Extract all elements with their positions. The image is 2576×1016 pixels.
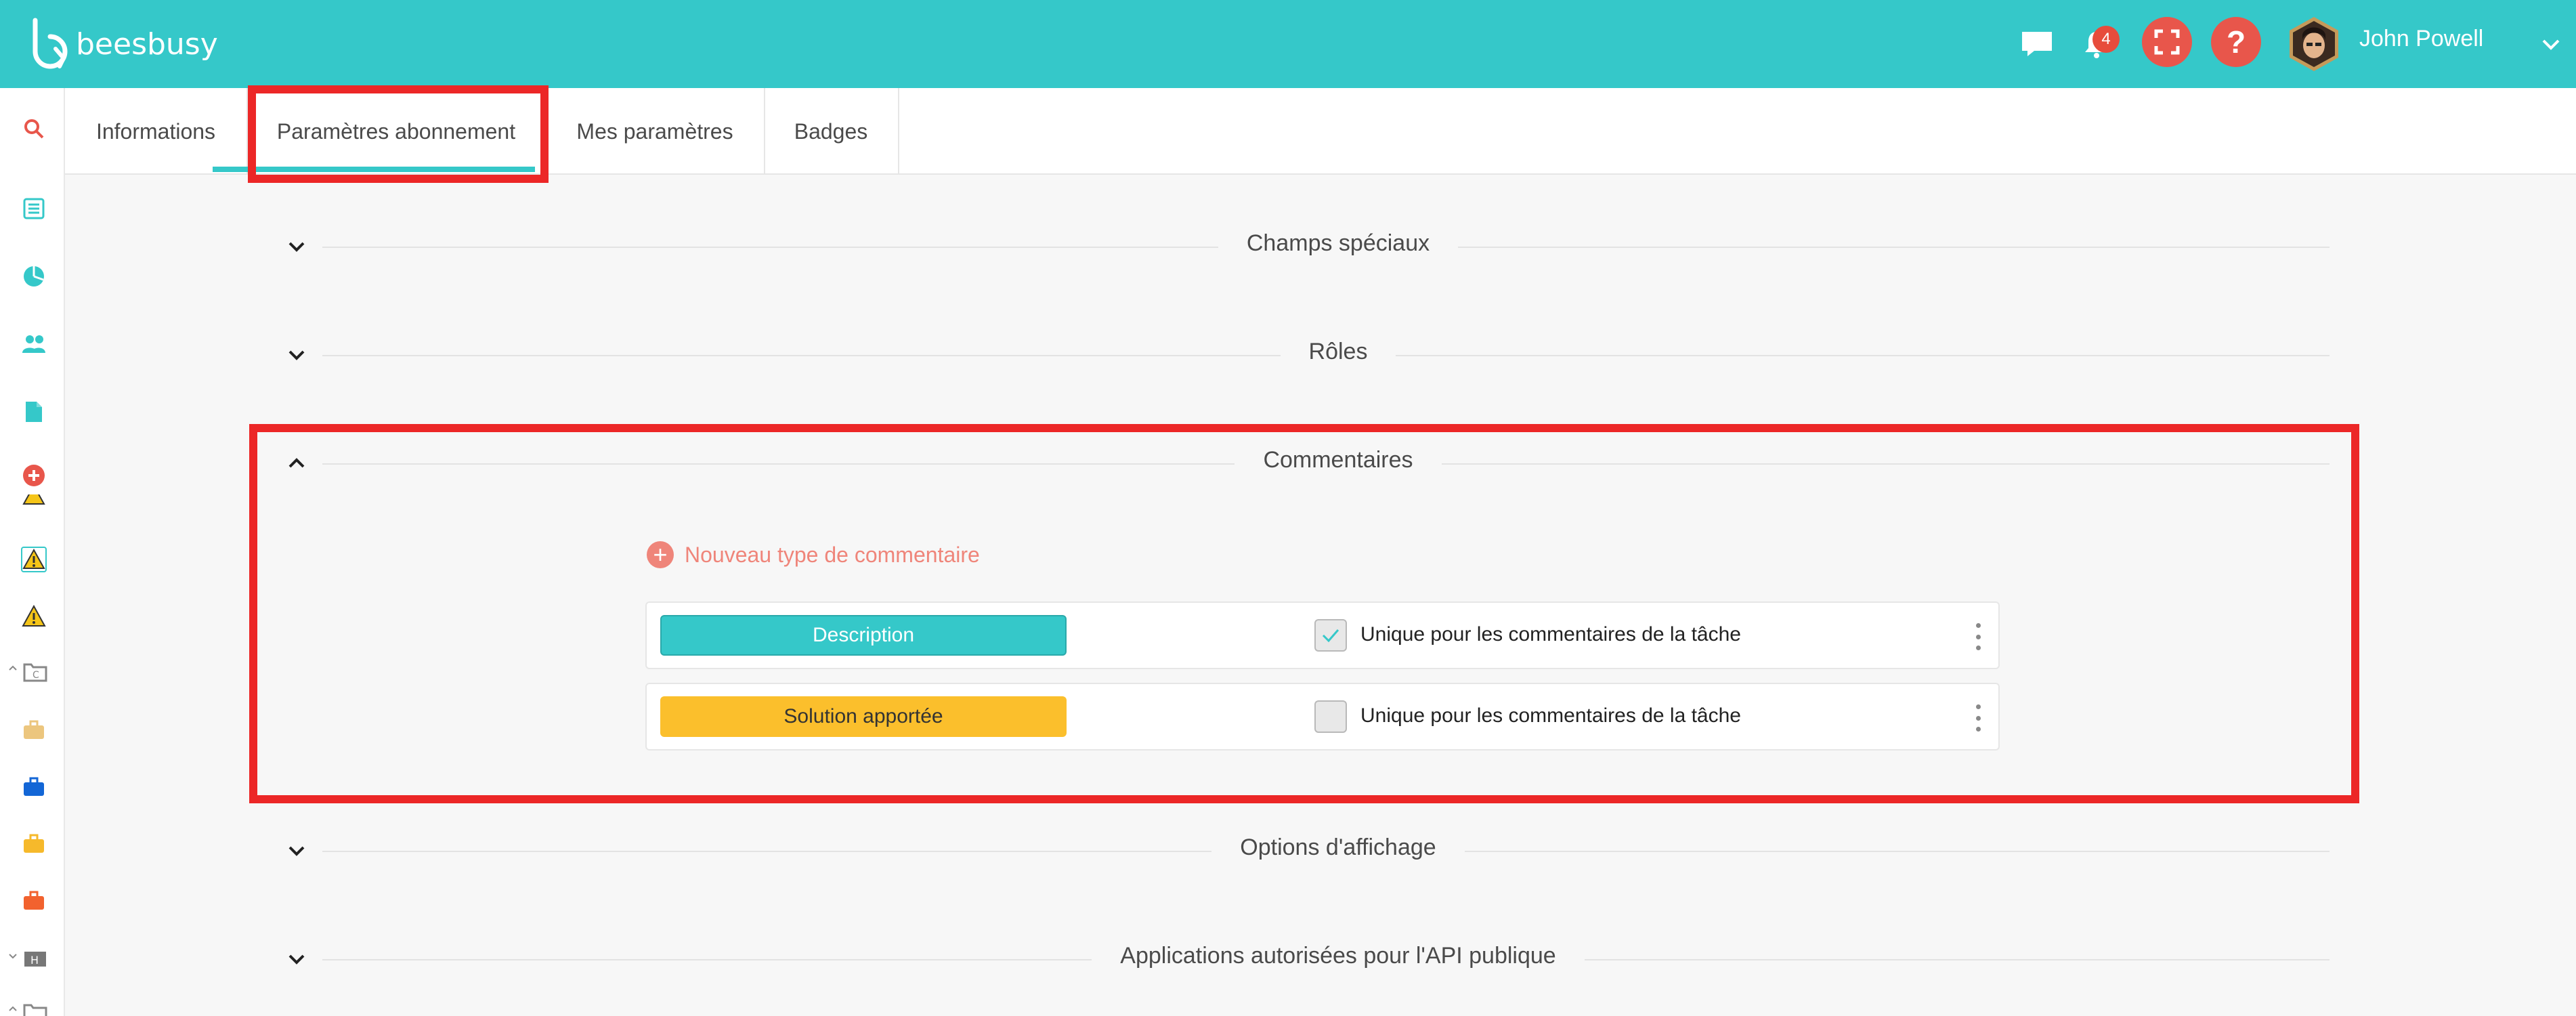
briefcase-icon[interactable] bbox=[20, 830, 47, 858]
app-logo[interactable]: beesbusy bbox=[30, 18, 218, 70]
top-bar: beesbusy 4 ? John Powell bbox=[0, 0, 2576, 88]
briefcase-icon[interactable] bbox=[20, 887, 47, 914]
user-name[interactable]: John Powell bbox=[2359, 26, 2483, 52]
add-circle-icon[interactable] bbox=[20, 462, 47, 489]
section-title: Champs spéciaux bbox=[1218, 230, 1459, 256]
users-icon[interactable] bbox=[20, 331, 47, 358]
briefcase-icon[interactable] bbox=[20, 717, 47, 744]
fullscreen-icon bbox=[2154, 29, 2180, 55]
warning-icon[interactable] bbox=[20, 603, 47, 630]
help-icon: ? bbox=[2226, 24, 2246, 60]
svg-text:C: C bbox=[33, 670, 39, 681]
fullscreen-button[interactable] bbox=[2142, 17, 2192, 67]
section-champs-speciaux[interactable]: Champs spéciaux bbox=[284, 226, 2330, 267]
app-name: beesbusy bbox=[76, 26, 218, 62]
folder-icon[interactable] bbox=[7, 996, 50, 1016]
user-avatar[interactable] bbox=[2288, 16, 2340, 72]
folder-icon[interactable]: H bbox=[7, 944, 50, 971]
beesbusy-logo-icon bbox=[33, 18, 68, 69]
section-title: Options d'affichage bbox=[1211, 834, 1465, 860]
svg-text:H: H bbox=[30, 954, 39, 967]
help-button[interactable]: ? bbox=[2211, 17, 2261, 67]
highlight-box-comments bbox=[249, 424, 2359, 803]
briefcase-icon[interactable] bbox=[20, 774, 47, 801]
list-icon[interactable] bbox=[20, 195, 47, 222]
tab-badges[interactable]: Badges bbox=[764, 88, 899, 175]
folder-icon[interactable]: C bbox=[7, 658, 50, 685]
section-options-affichage[interactable]: Options d'affichage bbox=[284, 830, 2330, 871]
section-title: Applications autorisées pour l'API publi… bbox=[1092, 943, 1585, 969]
warning-icon[interactable] bbox=[20, 494, 47, 508]
chevron-down-icon[interactable] bbox=[2539, 33, 2562, 56]
warning-icon[interactable] bbox=[20, 546, 47, 573]
tab-mes-parametres[interactable]: Mes paramètres bbox=[546, 88, 765, 175]
section-title: Rôles bbox=[1280, 339, 1396, 364]
left-sidebar: C H bbox=[0, 88, 65, 1016]
chat-icon[interactable] bbox=[2018, 20, 2056, 68]
pie-chart-icon[interactable] bbox=[20, 263, 47, 290]
section-applications-api[interactable]: Applications autorisées pour l'API publi… bbox=[284, 939, 2330, 979]
search-icon[interactable] bbox=[20, 115, 47, 142]
document-icon[interactable] bbox=[20, 398, 47, 425]
notification-badge: 4 bbox=[2092, 26, 2120, 53]
section-roles[interactable]: Rôles bbox=[284, 335, 2330, 375]
tab-informations[interactable]: Informations bbox=[65, 88, 248, 175]
highlight-box-tab bbox=[248, 85, 549, 183]
